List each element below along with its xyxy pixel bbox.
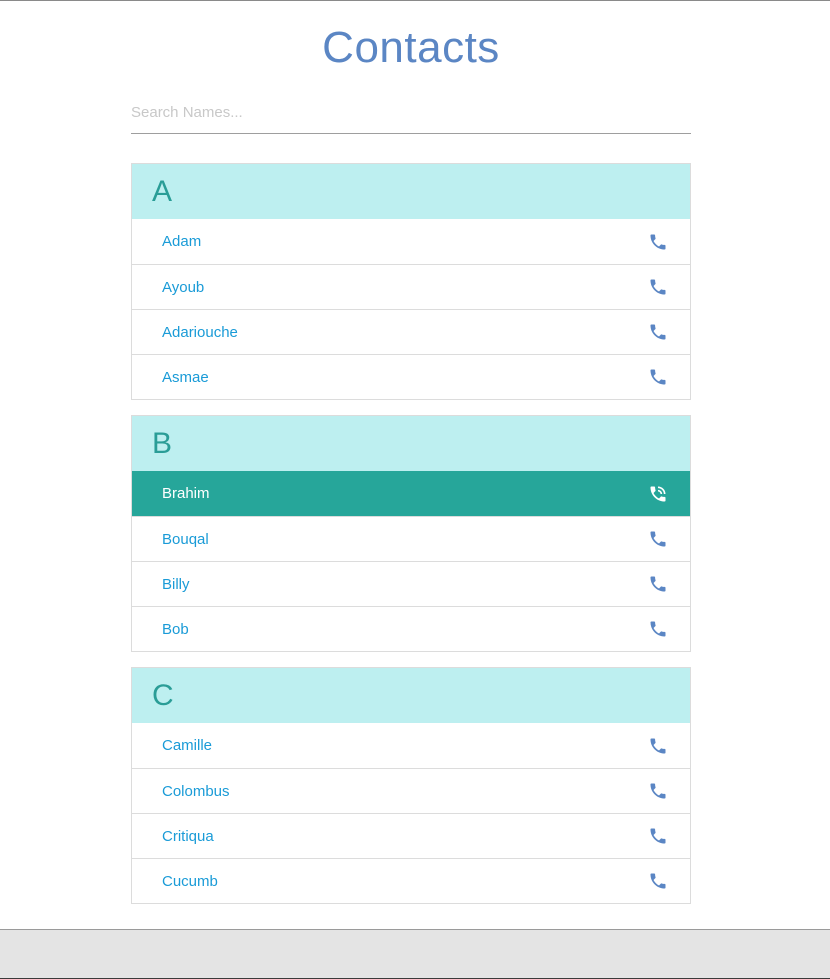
page-title: Contacts [322, 23, 500, 72]
phone-icon[interactable] [648, 232, 668, 252]
contact-row[interactable]: Cucumb [132, 858, 690, 903]
contact-row[interactable]: Camille [132, 723, 690, 768]
phone-icon[interactable] [648, 781, 668, 801]
phone-icon[interactable] [648, 367, 668, 387]
contact-row-active[interactable]: Brahim [132, 471, 690, 516]
phone-icon[interactable] [648, 736, 668, 756]
phone-icon[interactable] [648, 574, 668, 594]
contact-name: Ayoub [162, 278, 205, 296]
contact-name: Brahim [162, 485, 210, 502]
phone-icon[interactable] [648, 871, 668, 891]
contact-name: Colombus [162, 782, 230, 800]
phone-in-talk-icon[interactable] [648, 484, 668, 504]
contact-name: Cucumb [162, 872, 218, 890]
contact-row[interactable]: Adariouche [132, 309, 690, 354]
phone-icon[interactable] [648, 529, 668, 549]
footer-bar [0, 929, 830, 979]
contacts-page: Contacts A Adam Ayoub Adariouche Asmae B [131, 1, 691, 919]
contact-groups: A Adam Ayoub Adariouche Asmae B Brahim B… [131, 163, 691, 904]
phone-icon[interactable] [648, 826, 668, 846]
contact-row[interactable]: Bob [132, 606, 690, 651]
contact-row[interactable]: Critiqua [132, 813, 690, 858]
search-input[interactable] [131, 101, 691, 134]
contact-row[interactable]: Ayoub [132, 264, 690, 309]
group-letter: A [132, 164, 690, 219]
contact-name: Camille [162, 737, 213, 754]
contact-name: Asmae [162, 368, 209, 386]
phone-icon[interactable] [648, 277, 668, 297]
contact-group-c: C Camille Colombus Critiqua Cucumb [131, 667, 691, 904]
group-letter: B [132, 416, 690, 471]
contact-name: Billy [162, 575, 190, 593]
group-letter: C [132, 668, 690, 723]
contact-group-b: B Brahim Bouqal Billy Bob [131, 415, 691, 652]
contact-row[interactable]: Colombus [132, 768, 690, 813]
contact-group-a: A Adam Ayoub Adariouche Asmae [131, 163, 691, 400]
contact-row[interactable]: Bouqal [132, 516, 690, 561]
contact-name: Critiqua [162, 827, 214, 845]
contact-row[interactable]: Asmae [132, 354, 690, 399]
phone-icon[interactable] [648, 322, 668, 342]
contact-row[interactable]: Billy [132, 561, 690, 606]
contact-name: Bouqal [162, 530, 209, 548]
contact-name: Bob [162, 620, 189, 638]
contact-row[interactable]: Adam [132, 219, 690, 264]
contact-name: Adam [162, 233, 202, 250]
contact-name: Adariouche [162, 323, 238, 341]
phone-icon[interactable] [648, 619, 668, 639]
